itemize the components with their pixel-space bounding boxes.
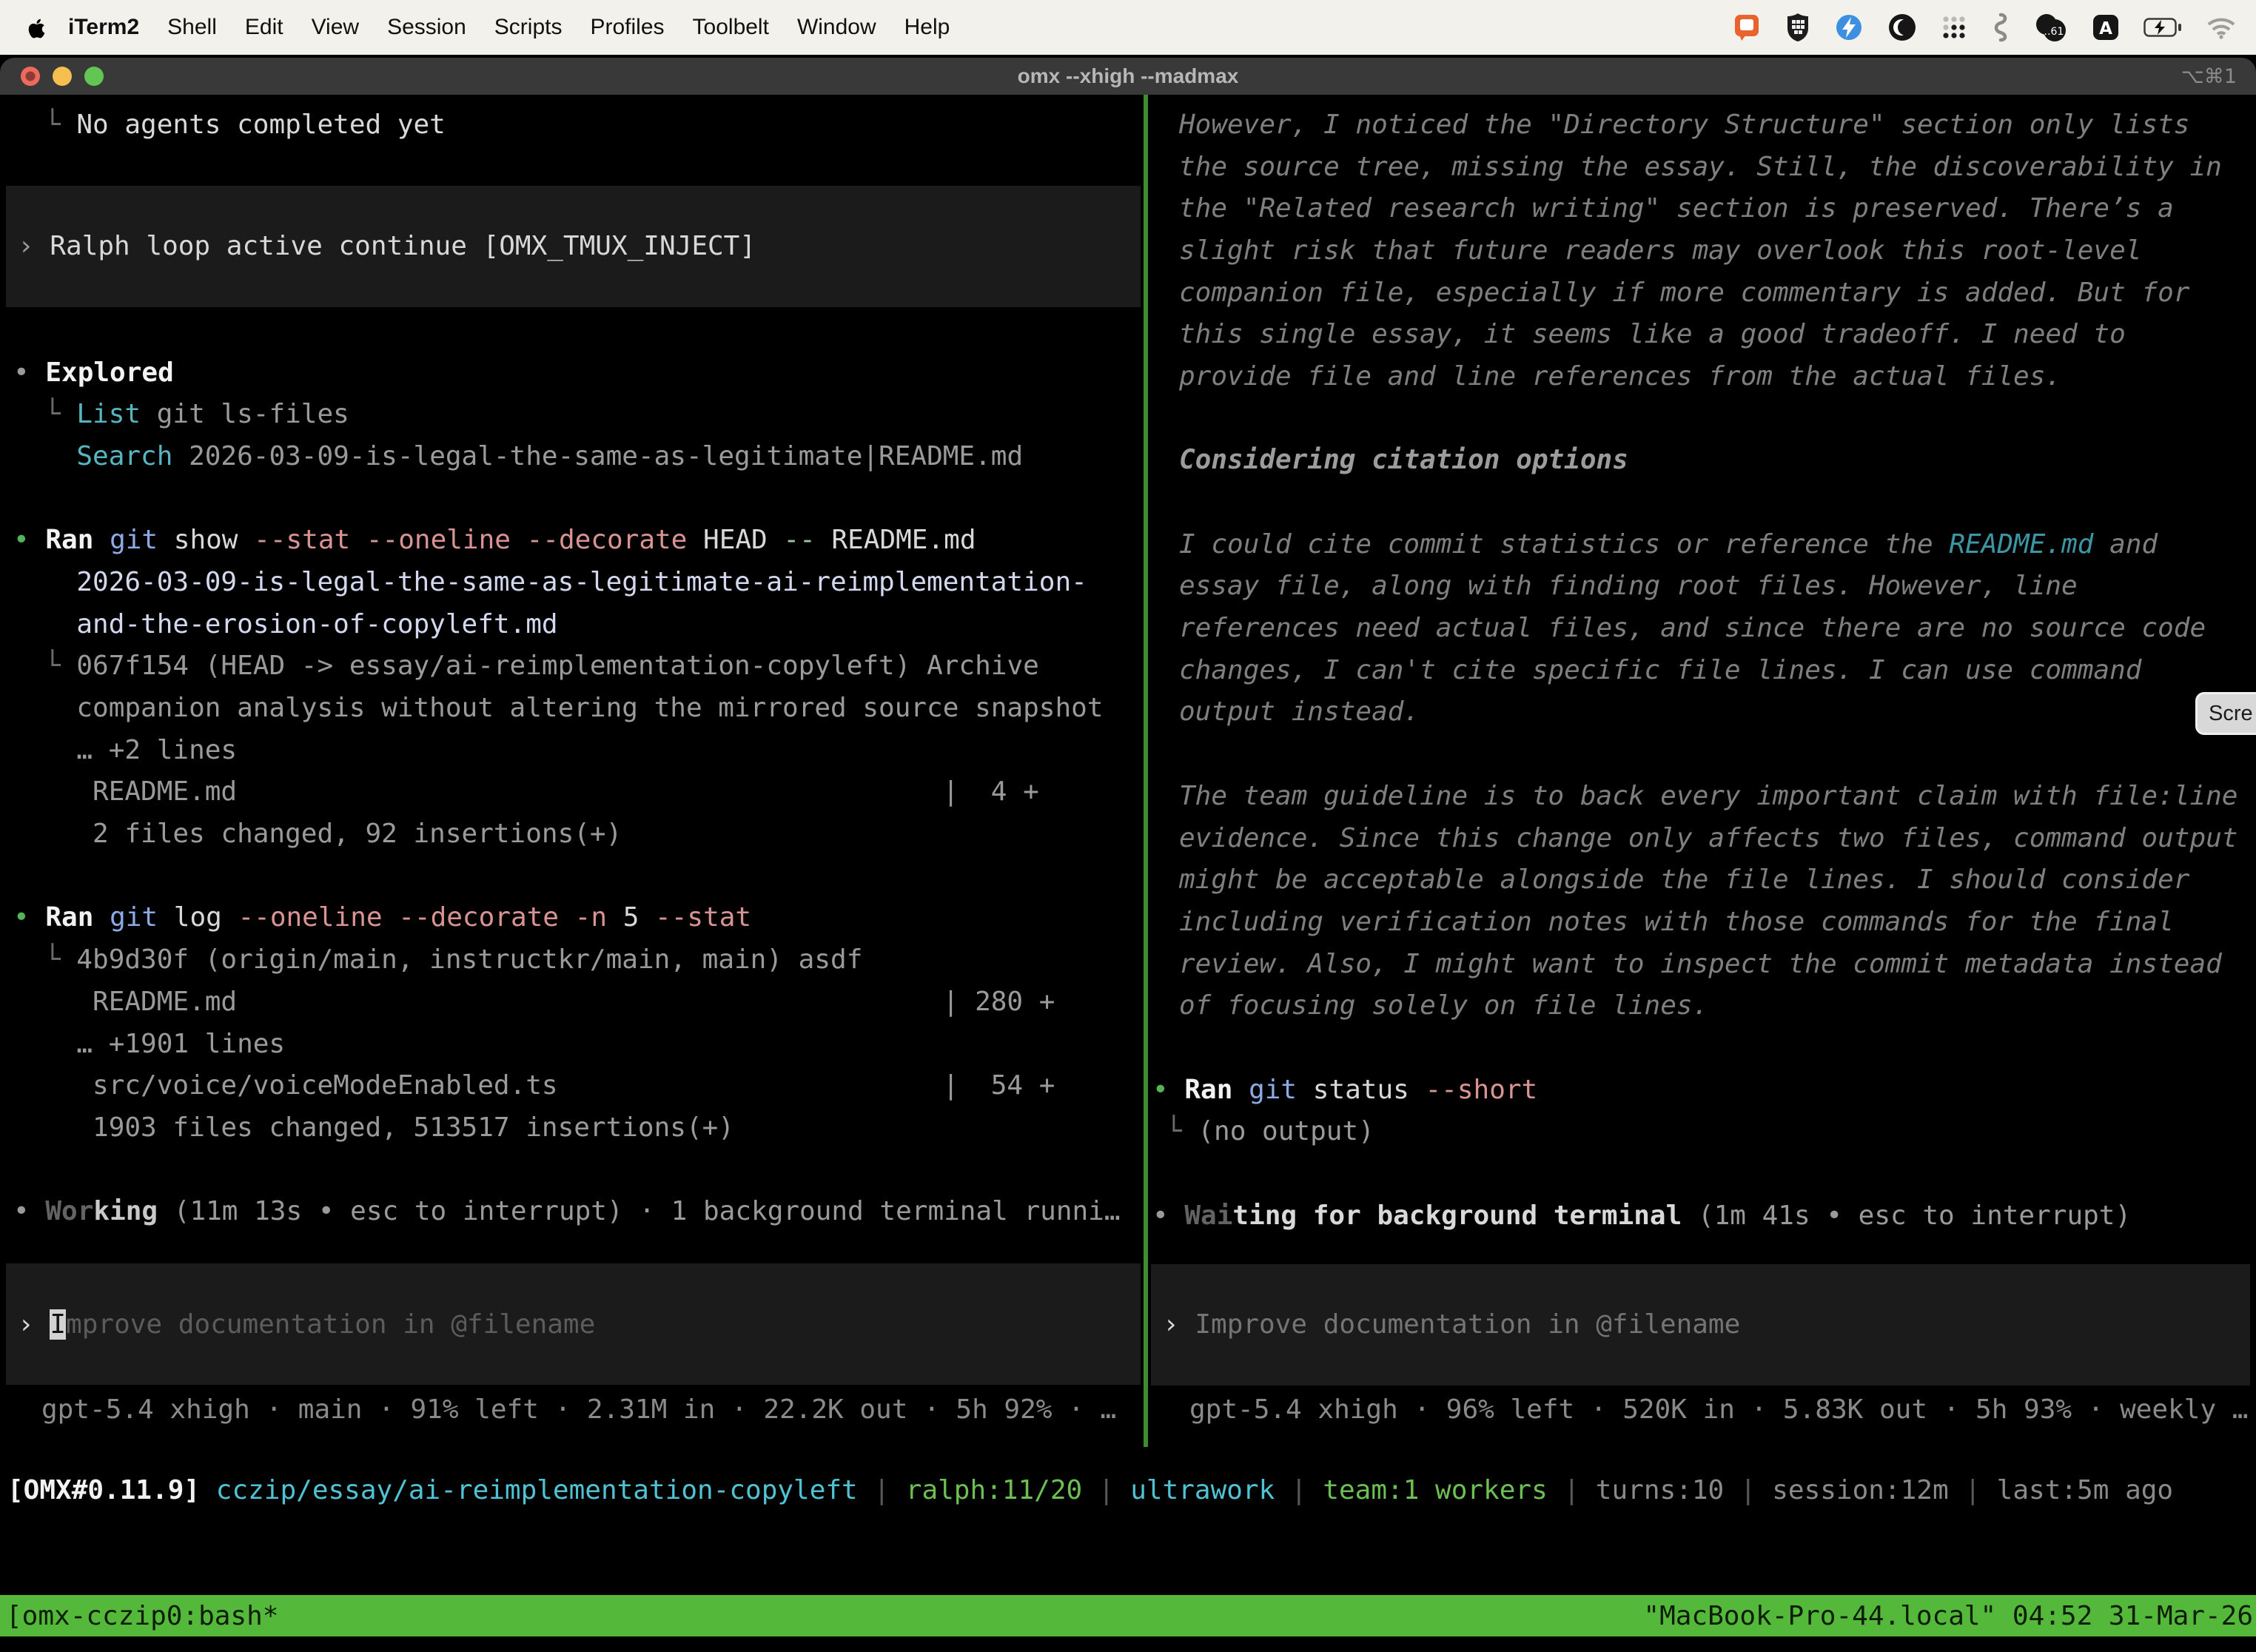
right-pane-rows: However, I noticed the "Directory Struct…	[1148, 104, 2256, 1237]
tmux-host-clock: "MacBook-Pro-44.local" 04:52 31-Mar-26	[1643, 1601, 2253, 1631]
window-shortcut-hint: ⌥⌘1	[2181, 65, 2237, 88]
terminal-line: However, I noticed the "Directory Struct…	[1148, 104, 2256, 146]
menu-scripts[interactable]: Scripts	[480, 15, 577, 40]
terminal-line: the "Related research writing" section i…	[1148, 187, 2256, 229]
terminal-line: the source tree, missing the essay. Stil…	[1148, 146, 2256, 188]
terminal-line: changes, I can't cite specific file line…	[1148, 649, 2256, 691]
terminal-line: … +2 lines	[0, 729, 1144, 771]
menu-iterm2[interactable]: iTerm2	[54, 15, 153, 40]
ran-git-log: • Ran git log --oneline --decorate -n 5 …	[0, 897, 1144, 939]
left-pane[interactable]: └ No agents completed yet › Ralph loop ac…	[0, 95, 1144, 1447]
menu-session[interactable]: Session	[373, 15, 480, 40]
window-titlebar[interactable]: omx --xhigh --madmax ⌥⌘1	[0, 58, 2256, 95]
terminal-line: companion analysis without altering the …	[0, 687, 1144, 729]
reasoning-heading: Considering citation options	[1148, 440, 2256, 482]
hook-icon[interactable]	[1991, 12, 2010, 43]
blank-line	[1148, 1027, 2256, 1069]
terminal-line: └ 4b9d30f (origin/main, instructkr/main,…	[0, 939, 1144, 981]
input-a-icon[interactable]: A	[2092, 13, 2120, 41]
terminal-line: might be acceptable alongside the file l…	[1148, 859, 2256, 901]
menubar-status-icons: ..61 A	[1732, 12, 2237, 43]
wifi-icon[interactable]	[2206, 16, 2237, 39]
blank-line	[0, 1149, 1144, 1191]
menu-edit[interactable]: Edit	[231, 15, 298, 40]
terminal-line: review. Also, I might want to inspect th…	[1148, 943, 2256, 985]
left-session-status: gpt-5.4 xhigh · main · 91% left · 2.31M …	[0, 1389, 1144, 1431]
blank-line	[1148, 481, 2256, 523]
tmux-panes: └ No agents completed yet › Ralph loop ac…	[0, 95, 2256, 1447]
right-session-status: gpt-5.4 xhigh · 96% left · 520K in · 5.8…	[1148, 1389, 2256, 1431]
tmux-session-label: [omx-cczip0:bash*	[6, 1601, 278, 1631]
meter-61-icon[interactable]: ..61	[2034, 13, 2068, 42]
working-status-line: • Working (11m 13s • esc to interrupt) ·…	[0, 1190, 1144, 1232]
right-pane[interactable]: However, I noticed the "Directory Struct…	[1148, 95, 2256, 1447]
shield-icon[interactable]	[1785, 13, 1810, 42]
terminal-line: 1903 files changed, 513517 insertions(+)	[0, 1107, 1144, 1149]
menu-items: iTerm2ShellEditViewSessionScriptsProfile…	[54, 15, 964, 40]
explored-list: └ List git ls-files	[0, 393, 1144, 435]
terminal-line: I could cite commit statistics or refere…	[1148, 523, 2256, 565]
terminal-line: evidence. Since this change only affects…	[1148, 817, 2256, 859]
explored-search: Search 2026-03-09-is-legal-the-same-as-l…	[0, 435, 1144, 477]
waiting-status-line: • Waiting for background terminal (1m 41…	[1148, 1195, 2256, 1237]
terminal-line: this single essay, it seems like a good …	[1148, 313, 2256, 355]
menu-view[interactable]: View	[298, 15, 373, 40]
terminal-line: slight risk that future readers may over…	[1148, 229, 2256, 272]
apple-menu-icon[interactable]	[27, 16, 47, 39]
explored-header: • Explored	[0, 352, 1144, 394]
terminal-line: … +1901 lines	[0, 1023, 1144, 1065]
terminal-line: 2026-03-09-is-legal-the-same-as-legitima…	[0, 561, 1144, 603]
terminal-line: of focusing solely on file lines.	[1148, 984, 2256, 1027]
dots-grid-icon[interactable]	[1941, 14, 1967, 41]
blank-line	[0, 855, 1144, 897]
battery-icon[interactable]	[2143, 18, 2182, 37]
svg-text:A: A	[2099, 19, 2112, 38]
terminal-line: including verification notes with those …	[1148, 901, 2256, 943]
window-spacer	[0, 1511, 2256, 1595]
terminal-line: The team guideline is to back every impo…	[1148, 775, 2256, 817]
terminal-line: essay file, along with finding root file…	[1148, 565, 2256, 608]
tmux-status-bar: [omx-cczip0:bash* "MacBook-Pro-44.local"…	[0, 1595, 2256, 1636]
terminal-line: src/voice/voiceModeEnabled.ts | 54 +	[0, 1064, 1144, 1107]
terminal-line: └ 067f154 (HEAD -> essay/ai-reimplementa…	[0, 645, 1144, 688]
terminal-line: references need actual files, and since …	[1148, 607, 2256, 649]
terminal-line: README.md | 4 +	[0, 771, 1144, 813]
blank-line	[1148, 397, 2256, 440]
left-prompt-input[interactable]: › Improve documentation in @filename	[6, 1263, 1141, 1385]
terminal-line: output instead.	[1148, 691, 2256, 733]
left-pane-rows: └ No agents completed yet › Ralph loop ac…	[0, 104, 1144, 1232]
omx-status-bar: [OMX#0.11.9] cczip/essay/ai-reimplementa…	[0, 1469, 2256, 1511]
right-prompt-input[interactable]: › Improve documentation in @filename	[1151, 1264, 2250, 1386]
terminal-line: companion file, especially if more comme…	[1148, 272, 2256, 314]
terminal-line: and-the-erosion-of-copyleft.md	[0, 603, 1144, 645]
terminal-line: README.md | 280 +	[0, 981, 1144, 1023]
terminal-line: 2 files changed, 92 insertions(+)	[0, 813, 1144, 855]
menu-bar: iTerm2ShellEditViewSessionScriptsProfile…	[0, 0, 2256, 55]
screen-notification-label: Scre	[2209, 702, 2253, 726]
terminal-line: provide file and line references from th…	[1148, 355, 2256, 397]
menu-profiles[interactable]: Profiles	[576, 15, 678, 40]
agents-status-line: └ No agents completed yet	[0, 104, 1144, 146]
menu-window[interactable]: Window	[783, 15, 890, 40]
crescent-icon[interactable]	[1887, 13, 1917, 42]
iterm2-window: omx --xhigh --madmax ⌥⌘1 └ No agents com…	[0, 58, 2256, 1652]
ran-git-show: • Ran git show --stat --oneline --decora…	[0, 519, 1144, 561]
blank-line	[1148, 1152, 2256, 1195]
blank-line	[0, 477, 1144, 520]
svg-text:..61: ..61	[2044, 26, 2064, 38]
blank-line	[1148, 733, 2256, 775]
terminal-line: └ (no output)	[1148, 1111, 2256, 1153]
ralph-loop-banner: › Ralph loop active continue [OMX_TMUX_I…	[6, 186, 1141, 307]
ran-git-status: • Ran git status --short	[1148, 1069, 2256, 1111]
chat-icon[interactable]	[1732, 13, 1762, 42]
window-title: omx --xhigh --madmax	[0, 64, 2256, 88]
menu-shell[interactable]: Shell	[153, 15, 231, 40]
menu-help[interactable]: Help	[890, 15, 964, 40]
screen-notification[interactable]: Scre	[2195, 692, 2256, 735]
bolt-icon[interactable]	[1834, 13, 1864, 42]
menu-toolbelt[interactable]: Toolbelt	[679, 15, 783, 40]
